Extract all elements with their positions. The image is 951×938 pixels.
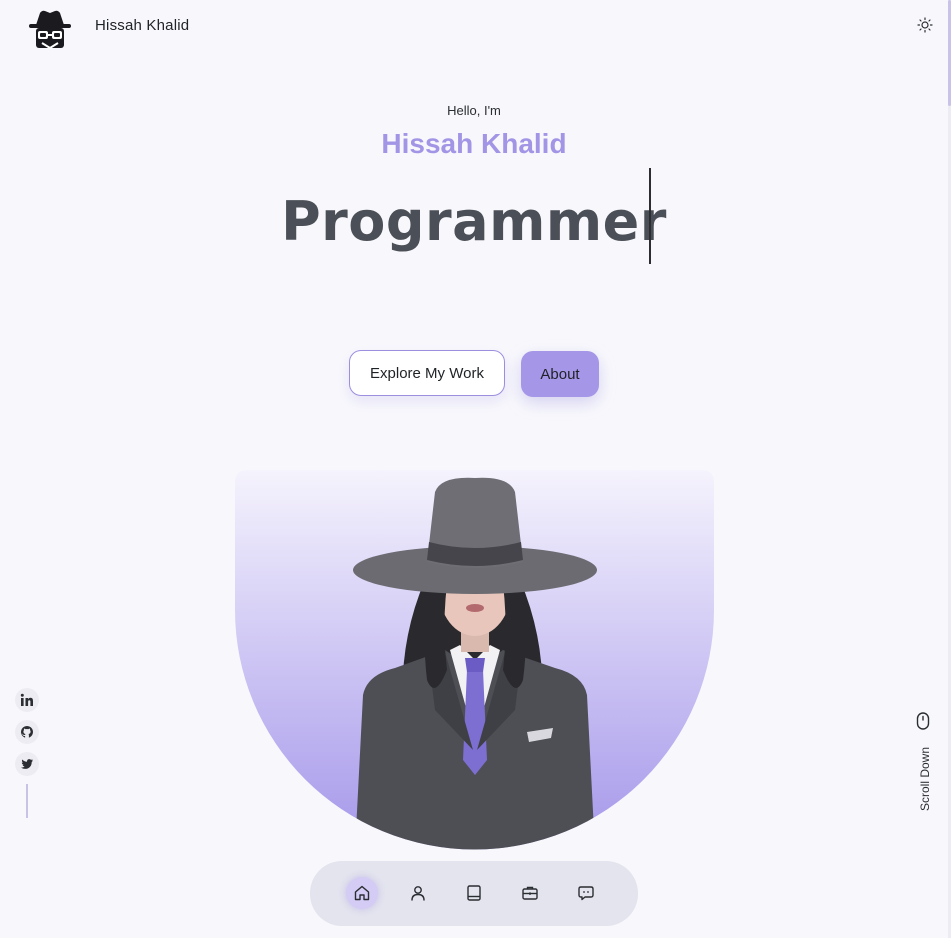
scroll-down-link[interactable]: Scroll Down <box>913 712 933 816</box>
twitter-link[interactable] <box>15 752 39 776</box>
social-divider <box>26 784 28 818</box>
nav-item-contact[interactable] <box>570 877 602 909</box>
about-button[interactable]: About <box>521 351 599 397</box>
mouse-icon <box>916 712 930 730</box>
user-icon <box>411 886 425 901</box>
linkedin-icon <box>20 693 33 706</box>
spy-incognito-icon[interactable] <box>27 7 73 51</box>
page: Hissah Khalid Hello, I'm Hissah Khalid P… <box>0 0 951 938</box>
nav-item-skills[interactable] <box>458 877 490 909</box>
role-title: Programmer <box>281 190 667 253</box>
message-icon <box>578 886 594 901</box>
nav-item-portfolio[interactable] <box>514 877 546 909</box>
nav-item-home[interactable] <box>346 877 378 909</box>
sun-icon[interactable] <box>917 17 933 33</box>
github-link[interactable] <box>15 720 39 744</box>
nav-item-about[interactable] <box>402 877 434 909</box>
briefcase-icon <box>522 886 538 900</box>
role-container: Programmer <box>0 190 948 253</box>
github-icon <box>20 725 34 738</box>
social-links <box>15 688 39 818</box>
book-icon <box>467 885 481 901</box>
linkedin-link[interactable] <box>15 688 39 712</box>
hero-name: Hissah Khalid <box>381 128 567 159</box>
twitter-icon <box>21 759 33 769</box>
portrait-image <box>235 470 714 850</box>
typing-caret <box>649 168 651 264</box>
brand-name[interactable]: Hissah Khalid <box>95 17 189 34</box>
explore-work-button[interactable]: Explore My Work <box>349 350 505 396</box>
bottom-nav <box>310 861 638 926</box>
header: Hissah Khalid <box>0 0 951 56</box>
greeting-text: Hello, I'm <box>447 103 501 118</box>
scroll-down-label: Scroll Down <box>918 746 932 812</box>
home-icon <box>354 885 370 901</box>
